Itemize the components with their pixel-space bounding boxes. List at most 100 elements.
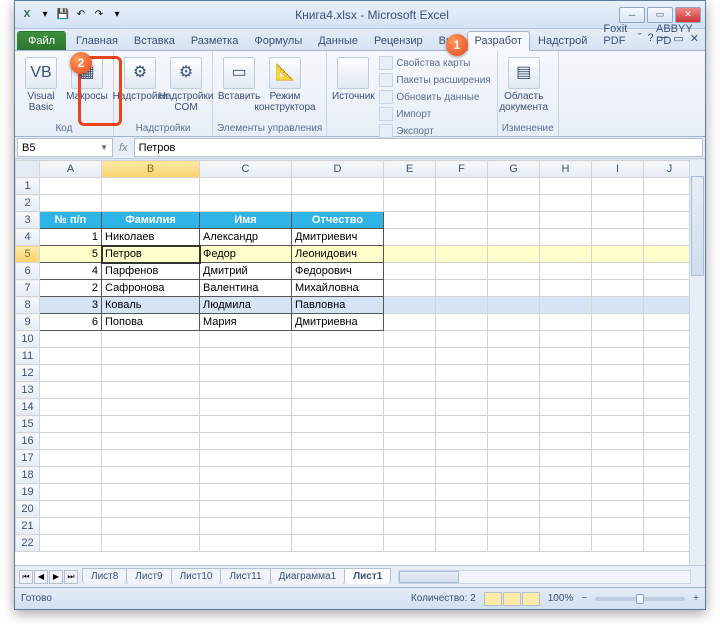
qat-more-icon[interactable]: ▾ bbox=[109, 7, 125, 23]
cell-A11[interactable] bbox=[40, 348, 102, 365]
cell-A1[interactable] bbox=[40, 178, 102, 195]
doc-panel-button[interactable]: ▤Область документа bbox=[502, 55, 546, 115]
cell-G5[interactable] bbox=[488, 246, 540, 263]
design-mode-button[interactable]: 📐Режим конструктора bbox=[263, 55, 307, 115]
cell-J1[interactable] bbox=[644, 178, 696, 195]
cell-D8[interactable]: Павловна bbox=[292, 297, 384, 314]
cell-B22[interactable] bbox=[102, 535, 200, 552]
save-icon[interactable]: 💾 bbox=[55, 7, 71, 23]
cell-I13[interactable] bbox=[592, 382, 644, 399]
row-header-1[interactable]: 1 bbox=[16, 178, 40, 195]
sheet-tab[interactable]: Лист11 bbox=[220, 568, 270, 584]
tab-home[interactable]: Главная bbox=[68, 31, 126, 50]
cell-F16[interactable] bbox=[436, 433, 488, 450]
cell-A8[interactable]: 3 bbox=[40, 297, 102, 314]
cell-G16[interactable] bbox=[488, 433, 540, 450]
sheet-nav-prev-icon[interactable]: ◀ bbox=[34, 570, 48, 584]
cell-G17[interactable] bbox=[488, 450, 540, 467]
cell-H10[interactable] bbox=[540, 331, 592, 348]
cell-D15[interactable] bbox=[292, 416, 384, 433]
row-header-22[interactable]: 22 bbox=[16, 535, 40, 552]
cell-I21[interactable] bbox=[592, 518, 644, 535]
cell-B16[interactable] bbox=[102, 433, 200, 450]
cell-I12[interactable] bbox=[592, 365, 644, 382]
cell-C6[interactable]: Дмитрий bbox=[200, 263, 292, 280]
cell-B19[interactable] bbox=[102, 484, 200, 501]
cell-A13[interactable] bbox=[40, 382, 102, 399]
doc-restore-icon[interactable]: ▭ bbox=[673, 32, 683, 45]
cell-I11[interactable] bbox=[592, 348, 644, 365]
cell-B1[interactable] bbox=[102, 178, 200, 195]
cell-G3[interactable] bbox=[488, 212, 540, 229]
row-header-7[interactable]: 7 bbox=[16, 280, 40, 297]
cell-J8[interactable] bbox=[644, 297, 696, 314]
ribbon-small-button[interactable]: Свойства карты bbox=[377, 55, 492, 71]
cell-D17[interactable] bbox=[292, 450, 384, 467]
cell-C9[interactable]: Мария bbox=[200, 314, 292, 331]
tab-insert[interactable]: Вставка bbox=[126, 31, 183, 50]
cell-D7[interactable]: Михайловна bbox=[292, 280, 384, 297]
row-header-13[interactable]: 13 bbox=[16, 382, 40, 399]
cell-J21[interactable] bbox=[644, 518, 696, 535]
cell-G12[interactable] bbox=[488, 365, 540, 382]
cell-H9[interactable] bbox=[540, 314, 592, 331]
col-header-C[interactable]: C bbox=[200, 161, 292, 178]
cell-J15[interactable] bbox=[644, 416, 696, 433]
cell-B13[interactable] bbox=[102, 382, 200, 399]
cell-B8[interactable]: Коваль bbox=[102, 297, 200, 314]
cell-A16[interactable] bbox=[40, 433, 102, 450]
cell-G21[interactable] bbox=[488, 518, 540, 535]
cell-J14[interactable] bbox=[644, 399, 696, 416]
cell-A15[interactable] bbox=[40, 416, 102, 433]
zoom-in-icon[interactable]: + bbox=[693, 593, 699, 604]
cell-A22[interactable] bbox=[40, 535, 102, 552]
cell-D20[interactable] bbox=[292, 501, 384, 518]
cell-J6[interactable] bbox=[644, 263, 696, 280]
cell-E2[interactable] bbox=[384, 195, 436, 212]
undo-icon[interactable]: ↶ bbox=[73, 7, 89, 23]
cell-D6[interactable]: Федорович bbox=[292, 263, 384, 280]
namebox-dropdown-icon[interactable]: ▼ bbox=[100, 143, 108, 152]
cell-D1[interactable] bbox=[292, 178, 384, 195]
row-header-20[interactable]: 20 bbox=[16, 501, 40, 518]
name-box[interactable]: B5 ▼ bbox=[17, 138, 113, 157]
sheet-tab[interactable]: Диаграмма1 bbox=[270, 568, 346, 584]
cell-A9[interactable]: 6 bbox=[40, 314, 102, 331]
cell-B9[interactable]: Попова bbox=[102, 314, 200, 331]
cell-I9[interactable] bbox=[592, 314, 644, 331]
cell-J20[interactable] bbox=[644, 501, 696, 518]
cell-G10[interactable] bbox=[488, 331, 540, 348]
cell-H17[interactable] bbox=[540, 450, 592, 467]
cell-F4[interactable] bbox=[436, 229, 488, 246]
tab-developer[interactable]: Разработ bbox=[467, 31, 530, 51]
cell-D16[interactable] bbox=[292, 433, 384, 450]
visual-basic-button[interactable]: VBVisual Basic bbox=[19, 55, 63, 115]
col-header-H[interactable]: H bbox=[540, 161, 592, 178]
cell-B4[interactable]: Николаев bbox=[102, 229, 200, 246]
cell-F3[interactable] bbox=[436, 212, 488, 229]
tab-review[interactable]: Рецензир bbox=[366, 31, 431, 50]
row-header-9[interactable]: 9 bbox=[16, 314, 40, 331]
cell-H22[interactable] bbox=[540, 535, 592, 552]
row-header-4[interactable]: 4 bbox=[16, 229, 40, 246]
sheet-nav-first-icon[interactable]: ⏮ bbox=[19, 570, 33, 584]
cell-H6[interactable] bbox=[540, 263, 592, 280]
doc-min-icon[interactable]: ─ bbox=[660, 32, 668, 45]
col-header-E[interactable]: E bbox=[384, 161, 436, 178]
cell-I15[interactable] bbox=[592, 416, 644, 433]
cell-B18[interactable] bbox=[102, 467, 200, 484]
cell-J7[interactable] bbox=[644, 280, 696, 297]
cell-D12[interactable] bbox=[292, 365, 384, 382]
cell-I1[interactable] bbox=[592, 178, 644, 195]
row-header-3[interactable]: 3 bbox=[16, 212, 40, 229]
col-header-J[interactable]: J bbox=[644, 161, 696, 178]
cell-C20[interactable] bbox=[200, 501, 292, 518]
tab-formulas[interactable]: Формулы bbox=[246, 31, 310, 50]
cell-D22[interactable] bbox=[292, 535, 384, 552]
cell-J12[interactable] bbox=[644, 365, 696, 382]
sheet-tab[interactable]: Лист9 bbox=[126, 568, 171, 584]
row-header-11[interactable]: 11 bbox=[16, 348, 40, 365]
cell-A20[interactable] bbox=[40, 501, 102, 518]
col-header-G[interactable]: G bbox=[488, 161, 540, 178]
cell-E22[interactable] bbox=[384, 535, 436, 552]
